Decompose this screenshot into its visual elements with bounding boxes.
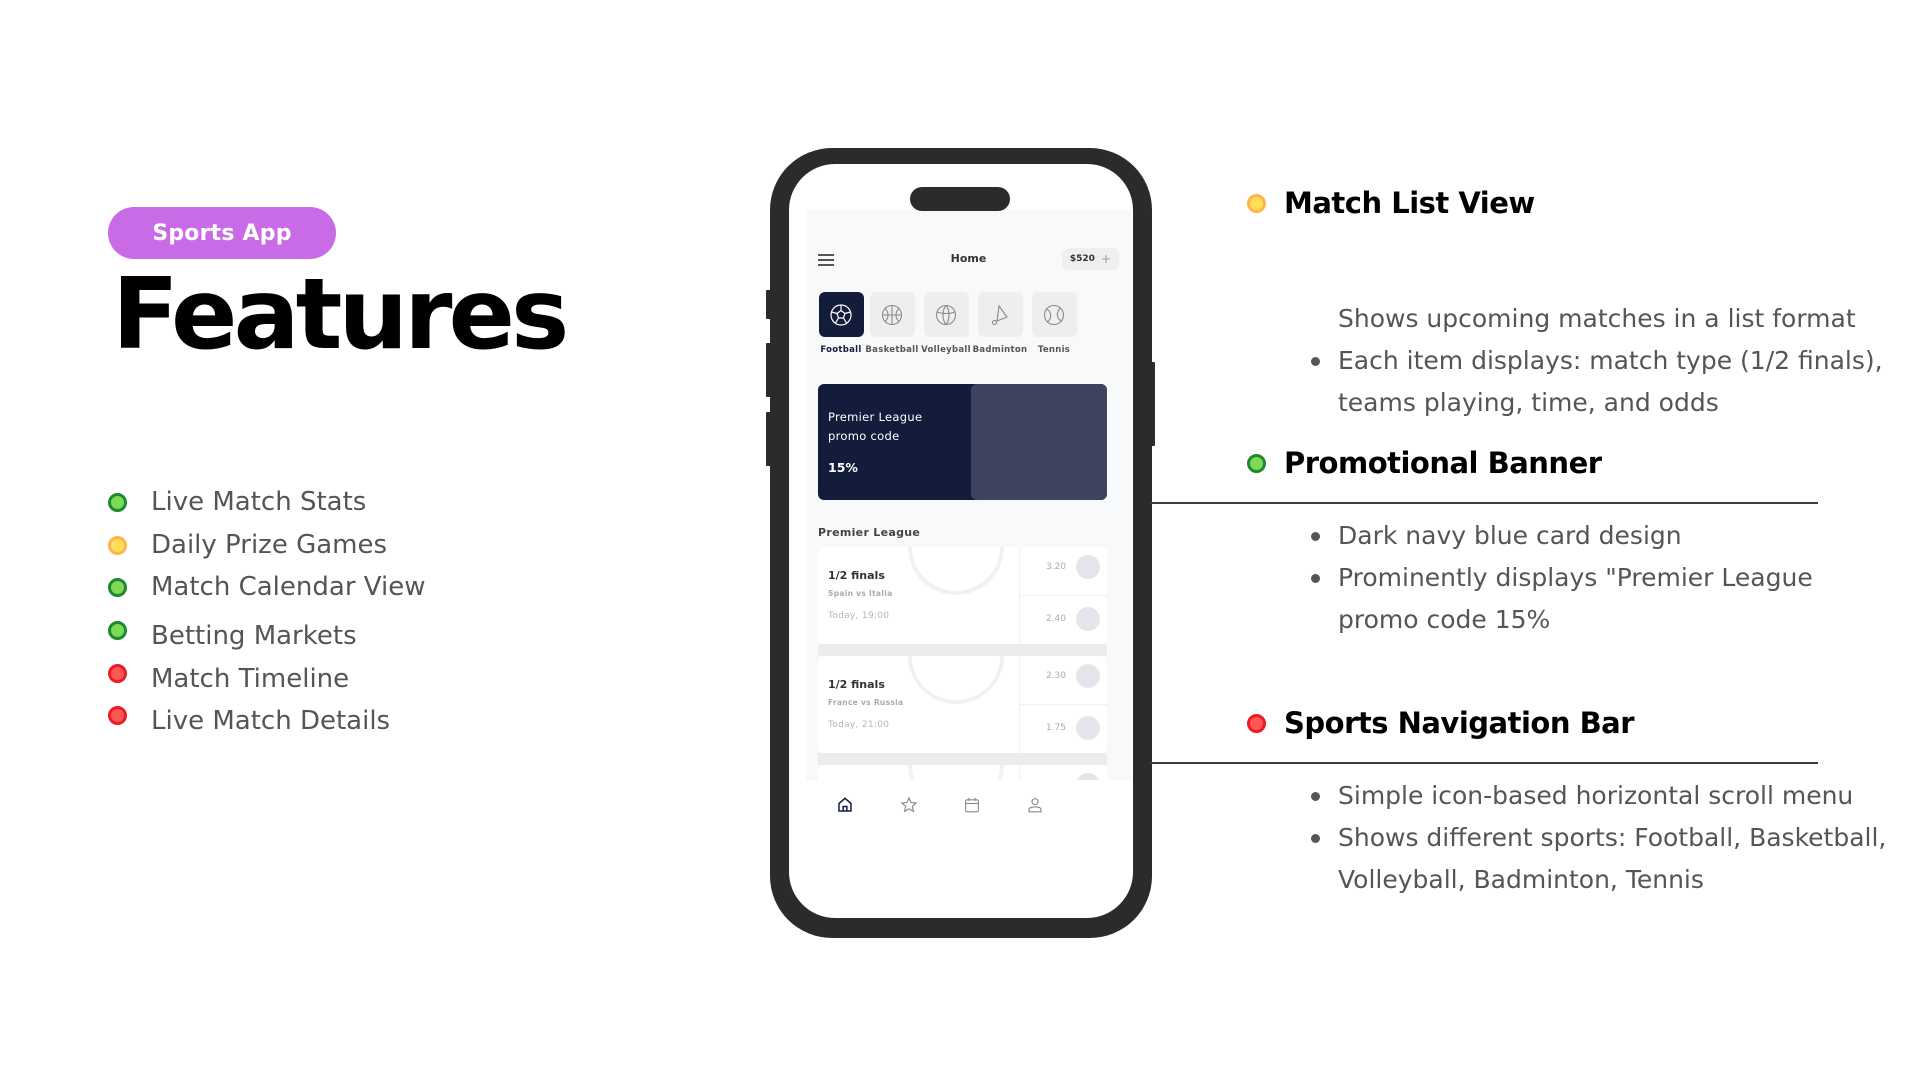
odd-option[interactable]: 2.30 <box>1020 656 1107 704</box>
sport-tab-tennis[interactable]: Tennis <box>1024 292 1084 355</box>
odd-option[interactable]: 1.75 <box>1020 704 1107 752</box>
status-dot-red-icon <box>1247 713 1266 733</box>
match-teams: France vs Russia <box>828 698 904 707</box>
odd-select-button[interactable] <box>1076 607 1100 631</box>
list-separator <box>818 753 1107 765</box>
promo-image-area <box>971 384 1107 500</box>
match-card[interactable]: 1/2 finals France vs Russia Today, 21:00… <box>818 656 1107 753</box>
annotation-title: Sports Navigation Bar <box>1284 706 1635 740</box>
annotation-title: Match List View <box>1284 186 1535 220</box>
status-dot-green-icon <box>108 577 127 597</box>
promo-text: Premier League promo code <box>828 408 922 446</box>
promotional-banner[interactable]: Premier League promo code 15% <box>818 384 1107 500</box>
sport-label: Volleyball <box>921 345 971 355</box>
annotation-bullet: Simple icon-based horizontal scroll menu <box>1311 775 1898 817</box>
league-section-title: Premier League <box>818 526 921 539</box>
volleyball-icon <box>935 304 957 325</box>
home-icon[interactable] <box>836 796 854 814</box>
feature-label: Match Calendar View <box>151 572 426 602</box>
basketball-icon <box>881 304 903 325</box>
promo-line-1: Premier League <box>828 410 923 424</box>
feature-label: Betting Markets <box>151 621 357 651</box>
match-type: 1/2 finals <box>828 678 885 691</box>
annotation-bullet: Each item displays: match type (1/2 fina… <box>1311 340 1898 424</box>
odd-value: 2.40 <box>1045 614 1066 624</box>
bottom-navigation <box>789 780 1133 840</box>
feature-label: Live Match Details <box>151 706 391 736</box>
odd-option[interactable]: 2.40 <box>1020 595 1107 643</box>
calendar-icon[interactable] <box>963 796 981 814</box>
status-dot-green-icon <box>108 492 127 512</box>
feature-label: Match Timeline <box>151 664 350 694</box>
odd-value: 3.20 <box>1045 562 1066 572</box>
status-dot-yellow-icon <box>108 535 127 555</box>
odds-column: 3.20 2.40 <box>1019 547 1107 644</box>
connector-line-promo <box>1150 502 1818 504</box>
odd-value: 1.75 <box>1045 723 1066 733</box>
dynamic-island <box>910 187 1010 211</box>
match-card[interactable]: 1/2 finals Spain vs Italia Today, 19:00 … <box>818 547 1107 644</box>
annotation-bullet: Shows different sports: Football, Basket… <box>1311 817 1898 901</box>
annotation-body: Shows upcoming matches in a list format … <box>1311 298 1898 424</box>
list-separator <box>818 644 1107 656</box>
match-teams: Spain vs Italia <box>828 589 893 598</box>
feature-label: Live Match Stats <box>151 487 367 517</box>
annotation-intro: Shows upcoming matches in a list format <box>1338 304 1856 333</box>
annotation-promotional-banner: Promotional Banner <box>1247 446 1602 480</box>
football-icon <box>830 303 852 326</box>
annotation-body: Simple icon-based horizontal scroll menu… <box>1311 775 1898 901</box>
annotation-body: Dark navy blue card design Prominently d… <box>1311 515 1898 641</box>
connector-line-sports-nav <box>1150 762 1818 764</box>
plus-icon: + <box>1100 252 1111 266</box>
annotation-match-list-view: Match List View <box>1247 186 1535 220</box>
star-icon[interactable] <box>900 796 918 814</box>
odd-select-button[interactable] <box>1076 555 1100 579</box>
odds-column: 2.30 1.75 <box>1019 656 1107 753</box>
sport-tab-badminton[interactable]: Badminton <box>970 292 1030 355</box>
feature-item: Match Calendar View <box>108 569 425 605</box>
feature-item: Live Match Stats <box>108 484 366 520</box>
sport-label: Basketball <box>865 345 919 355</box>
feature-item: Daily Prize Games <box>108 527 387 563</box>
annotation-bullet: Prominently displays "Premier League pro… <box>1311 557 1898 641</box>
profile-icon[interactable] <box>1026 796 1044 814</box>
status-dot-yellow-icon <box>1247 193 1266 213</box>
status-dot-red-icon <box>108 663 127 683</box>
odd-option[interactable]: 3.20 <box>1020 547 1107 595</box>
odd-select-button[interactable] <box>1076 664 1100 688</box>
phone-mockup: Home $520 + Football Basketball Volleyba… <box>770 148 1152 938</box>
status-dot-green-icon <box>1247 453 1266 473</box>
sports-navigation-bar: Football Basketball Volleyball Badminton… <box>818 292 1131 362</box>
balance-amount: $520 <box>1069 254 1095 264</box>
feature-label: Daily Prize Games <box>151 530 388 560</box>
odd-select-button[interactable] <box>1076 716 1100 740</box>
feature-item: Match Timeline <box>108 661 349 697</box>
annotation-bullet: Dark navy blue card design <box>1311 515 1898 557</box>
sports-app: Home $520 + Football Basketball Volleyba… <box>806 210 1131 826</box>
phone-screen: Home $520 + Football Basketball Volleyba… <box>789 164 1133 918</box>
feature-item: Live Match Details <box>108 703 390 739</box>
sports-app-badge: Sports App <box>108 207 336 259</box>
tennis-ball-icon <box>1043 304 1065 325</box>
sport-label: Tennis <box>1037 345 1071 355</box>
sport-label: Badminton <box>972 345 1028 355</box>
app-top-bar: Home $520 + <box>806 248 1131 274</box>
annotation-sports-navigation-bar: Sports Navigation Bar <box>1247 706 1635 740</box>
feature-item: Betting Markets <box>108 618 357 654</box>
sport-tab-basketball[interactable]: Basketball <box>862 292 922 355</box>
match-time: Today, 19:00 <box>828 611 890 621</box>
promo-line-2: promo code <box>828 429 900 443</box>
odd-value: 2.30 <box>1045 671 1066 681</box>
annotation-title: Promotional Banner <box>1284 446 1602 480</box>
page-title: Features <box>112 258 569 372</box>
match-type: 1/2 finals <box>828 569 885 582</box>
shuttlecock-icon <box>991 304 1008 325</box>
sport-tab-volleyball[interactable]: Volleyball <box>916 292 976 355</box>
status-dot-red-icon <box>108 705 127 725</box>
match-time: Today, 21:00 <box>828 720 890 730</box>
status-dot-green-icon <box>108 620 127 640</box>
balance-button[interactable]: $520 + <box>1061 248 1119 270</box>
promo-discount: 15% <box>828 460 858 475</box>
